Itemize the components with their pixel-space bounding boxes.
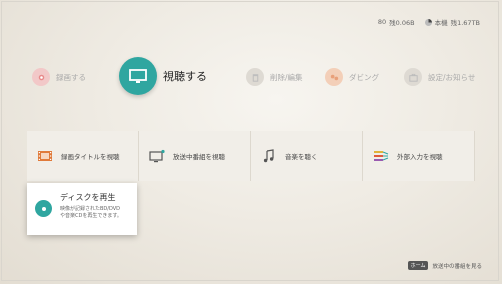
tile-broadcast-label: 放送中番組を視聴 bbox=[173, 153, 225, 161]
disc-description: 映像が記録されたBD/DVD や音楽CDを再生できます。 bbox=[60, 206, 136, 220]
av-cable-icon bbox=[373, 149, 389, 163]
disc-description-line2: や音楽CDを再生できます。 bbox=[60, 213, 122, 219]
disc-description-line1: 映像が記録されたBD/DVD bbox=[60, 206, 120, 212]
home-key-badge: ホーム bbox=[407, 261, 429, 270]
film-icon bbox=[37, 149, 53, 163]
tile-recorded-titles[interactable]: 録画タイトルを視聴 bbox=[27, 131, 139, 181]
menu-delete-edit[interactable]: 削除/編集 bbox=[246, 68, 303, 86]
tile-external-input[interactable]: 外部入力を視聴 bbox=[363, 131, 475, 181]
menu-watch-label: 視聴する bbox=[163, 70, 207, 83]
dubbing-icon bbox=[325, 68, 343, 86]
live-tv-icon bbox=[149, 149, 165, 163]
status-bar: 80 残0.06B 本機 残1.67TB bbox=[378, 17, 480, 27]
disc-text: ディスクを再生 映像が記録されたBD/DVD や音楽CDを再生できます。 bbox=[60, 192, 136, 220]
tile-music[interactable]: 音楽を聴く bbox=[251, 131, 363, 181]
disc-icon bbox=[35, 200, 52, 217]
device-capacity: 本機 残1.67TB bbox=[424, 17, 480, 27]
recording-capacity: 80 残0.06B bbox=[378, 17, 415, 27]
tile-music-label: 音楽を聴く bbox=[285, 153, 318, 161]
tile-recorded-titles-label: 録画タイトルを視聴 bbox=[61, 153, 120, 161]
toolbox-icon bbox=[404, 68, 422, 86]
home-hint-text: 放送中の番組を見る bbox=[432, 263, 482, 270]
menu-dubbing[interactable]: ダビング bbox=[325, 68, 379, 86]
tile-external-input-label: 外部入力を視聴 bbox=[397, 153, 443, 161]
home-hint: ホーム 放送中の番組を見る bbox=[407, 261, 482, 270]
device-capacity-label: 本機 bbox=[434, 19, 448, 27]
tv-icon bbox=[119, 57, 157, 95]
device-capacity-value: 残1.67TB bbox=[450, 19, 480, 27]
trash-icon bbox=[246, 68, 264, 86]
menu-delete-edit-label: 削除/編集 bbox=[270, 72, 303, 82]
disc-title: ディスクを再生 bbox=[60, 193, 116, 202]
recording-capacity-label: 80 bbox=[377, 18, 387, 26]
main-menu: 録画する 視聴する 削除/編集 ダビング 設定/お知らせ bbox=[0, 57, 502, 97]
disc-play-card[interactable]: ディスクを再生 映像が記録されたBD/DVD や音楽CDを再生できます。 bbox=[27, 183, 137, 235]
hdd-usage-icon bbox=[424, 18, 432, 26]
menu-record[interactable]: 録画する bbox=[32, 68, 86, 86]
menu-watch[interactable]: 視聴する bbox=[119, 57, 207, 95]
tile-broadcast[interactable]: 放送中番組を視聴 bbox=[139, 131, 251, 181]
menu-settings-label: 設定/お知らせ bbox=[428, 72, 476, 82]
menu-dubbing-label: ダビング bbox=[349, 72, 379, 82]
recording-capacity-value: 残0.06B bbox=[389, 19, 415, 27]
menu-settings[interactable]: 設定/お知らせ bbox=[404, 68, 475, 86]
music-note-icon bbox=[261, 149, 277, 163]
record-icon bbox=[32, 68, 50, 86]
menu-record-label: 録画する bbox=[56, 72, 86, 82]
